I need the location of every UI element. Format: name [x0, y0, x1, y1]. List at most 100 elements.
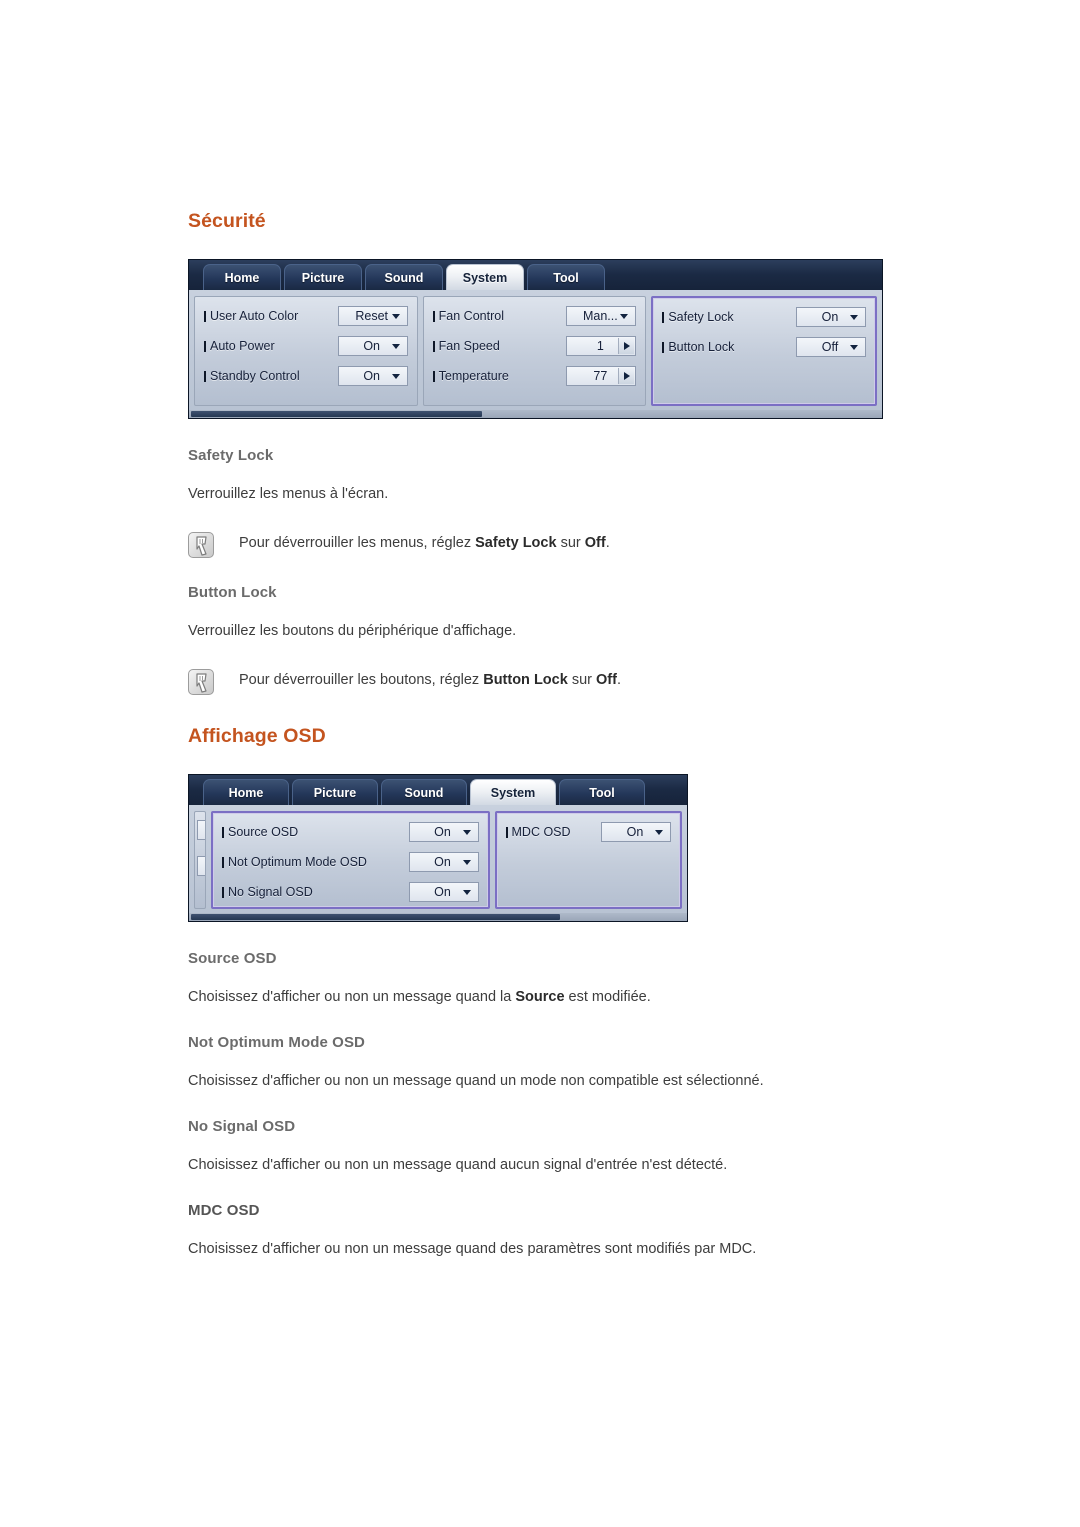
- bullet-icon: [432, 370, 435, 382]
- body-not-optimum-mode-osd: Choisissez d'afficher ou non un message …: [188, 1073, 764, 1090]
- osd-label-text: Fan Speed: [438, 339, 500, 353]
- chevron-down-icon: [391, 313, 400, 319]
- dropdown-safety-lock[interactable]: On: [796, 307, 867, 327]
- osd-row-button-lock: Button Lock Off: [662, 335, 867, 359]
- osd-screenshot-display: Home Picture Sound System Tool Source OS…: [188, 774, 688, 923]
- tab-picture[interactable]: Picture: [292, 779, 378, 806]
- dropdown-auto-power[interactable]: On: [337, 336, 408, 356]
- osd-row-source-osd: Source OSD On: [222, 820, 479, 844]
- bullet-icon: [662, 341, 665, 353]
- bullet-icon: [662, 311, 665, 323]
- horizontal-scrollbar[interactable]: [189, 913, 687, 922]
- osd-label-fan-speed: Fan Speed: [432, 339, 567, 353]
- tab-sound-label: Sound: [404, 785, 444, 800]
- osd-column-general: User Auto Color Reset Auto Power On Stan…: [194, 296, 418, 406]
- dropdown-mdc-osd[interactable]: On: [601, 822, 671, 843]
- note-bold-setting: Safety Lock: [475, 535, 557, 552]
- osd-column-mdc-highlighted: MDC OSD On: [494, 811, 682, 910]
- bullet-icon: [204, 340, 206, 352]
- osd-body: User Auto Color Reset Auto Power On Stan…: [189, 290, 882, 418]
- tab-sound[interactable]: Sound: [365, 264, 443, 290]
- bullet-icon: [204, 370, 206, 382]
- tab-system[interactable]: System: [446, 264, 524, 290]
- osd-label-text: Fan Control: [438, 309, 504, 323]
- stepper-temperature[interactable]: 77: [566, 366, 637, 386]
- body-button-lock: Verrouillez les boutons du périphérique …: [188, 623, 517, 640]
- tab-picture[interactable]: Picture: [284, 264, 362, 290]
- page-content: Sécurité Home Picture Sound System Tool: [188, 210, 908, 1286]
- osd-row-not-optimum-mode-osd: Not Optimum Mode OSD On: [222, 850, 479, 874]
- chevron-down-icon: [462, 829, 471, 835]
- scrollbar-thumb[interactable]: [191, 914, 560, 921]
- chevron-down-icon: [850, 344, 859, 350]
- tab-home[interactable]: Home: [203, 779, 289, 806]
- note-safety-lock: Pour déverrouiller les menus, réglez Saf…: [188, 531, 908, 559]
- osd-label-text: Source OSD: [228, 825, 299, 840]
- tab-tool-label: Tool: [553, 270, 579, 285]
- page-title-securite: Sécurité: [188, 210, 266, 232]
- osd-row-fan-control: Fan Control Man...: [432, 304, 637, 328]
- osd-label-text: Not Optimum Mode OSD: [228, 855, 367, 870]
- osd-row-no-signal-osd: No Signal OSD On: [222, 880, 479, 904]
- tab-home[interactable]: Home: [203, 264, 281, 290]
- stepper-fan-speed[interactable]: 1: [566, 336, 637, 356]
- note-bold-value: Off: [584, 535, 606, 552]
- dropdown-not-optimum-mode-osd[interactable]: On: [408, 852, 479, 873]
- bullet-icon: [204, 310, 206, 322]
- note-prefix: Pour déverrouiller les boutons, réglez: [239, 672, 484, 689]
- arrow-right-icon[interactable]: [618, 338, 635, 354]
- tab-tool[interactable]: Tool: [527, 264, 605, 290]
- heading-mdc-osd: MDC OSD: [188, 1202, 260, 1220]
- dropdown-button-lock[interactable]: Off: [796, 337, 867, 357]
- osd-column-fan: Fan Control Man... Fan Speed 1 Temperatu…: [422, 296, 647, 406]
- osd-tabbar: Home Picture Sound System Tool: [189, 775, 687, 806]
- chevron-down-icon: [462, 859, 471, 865]
- tab-home-label: Home: [228, 785, 264, 800]
- body-safety-lock: Verrouillez les menus à l'écran.: [188, 486, 389, 502]
- osd-label-text: Button Lock: [668, 340, 735, 354]
- note-bold-setting: Button Lock: [483, 672, 568, 689]
- osd-label-button-lock: Button Lock: [662, 340, 796, 354]
- dropdown-source-osd[interactable]: On: [408, 822, 479, 843]
- tab-sound[interactable]: Sound: [381, 779, 467, 806]
- osd-label-text: Safety Lock: [668, 310, 734, 324]
- bullet-icon: [432, 310, 435, 322]
- osd-column-osd-display-highlighted: Source OSD On Not Optimum Mode OSD On No…: [211, 811, 490, 910]
- chevron-down-icon: [655, 829, 663, 835]
- arrow-right-icon[interactable]: [618, 368, 635, 384]
- osd-column-security-highlighted: Safety Lock On Button Lock Off: [651, 296, 878, 406]
- note-middle: sur: [556, 535, 585, 552]
- note-suffix: .: [616, 672, 621, 689]
- tab-picture-label: Picture: [313, 785, 357, 800]
- horizontal-scrollbar[interactable]: [189, 410, 882, 418]
- osd-label-text: Auto Power: [210, 339, 275, 353]
- osd-label-source-osd: Source OSD: [222, 825, 409, 839]
- scrollbar-thumb[interactable]: [191, 411, 483, 417]
- heading-source-osd: Source OSD: [188, 950, 277, 968]
- dropdown-no-signal-osd[interactable]: On: [408, 882, 479, 903]
- heading-button-lock: Button Lock: [188, 584, 277, 602]
- tab-system[interactable]: System: [470, 779, 556, 806]
- bullet-icon: [432, 340, 435, 352]
- page-title-affichage-osd: Affichage OSD: [188, 725, 326, 748]
- dropdown-standby-control[interactable]: On: [337, 366, 408, 386]
- chevron-down-icon: [850, 314, 859, 320]
- osd-row-clipped: [197, 818, 205, 842]
- osd-row-standby-control: Standby Control On: [204, 364, 408, 388]
- tab-system-label: System: [462, 270, 508, 285]
- tab-tool[interactable]: Tool: [559, 779, 645, 806]
- note-icon: [188, 532, 214, 559]
- dropdown-fan-control[interactable]: Man...: [566, 306, 637, 326]
- osd-row-fan-speed: Fan Speed 1: [432, 334, 637, 358]
- osd-row-clipped: [197, 854, 205, 878]
- bullet-icon: [222, 886, 224, 898]
- dropdown-user-auto-color[interactable]: Reset: [337, 306, 408, 326]
- osd-label-no-signal-osd: No Signal OSD: [222, 885, 409, 899]
- clipped-control[interactable]: [197, 820, 205, 841]
- chevron-down-icon: [391, 373, 400, 379]
- osd-label-text: Temperature: [438, 369, 509, 383]
- tab-home-label: Home: [224, 270, 260, 285]
- osd-row-mdc-osd: MDC OSD On: [505, 820, 671, 844]
- heading-not-optimum-mode-osd: Not Optimum Mode OSD: [188, 1034, 365, 1052]
- clipped-control[interactable]: [197, 856, 205, 877]
